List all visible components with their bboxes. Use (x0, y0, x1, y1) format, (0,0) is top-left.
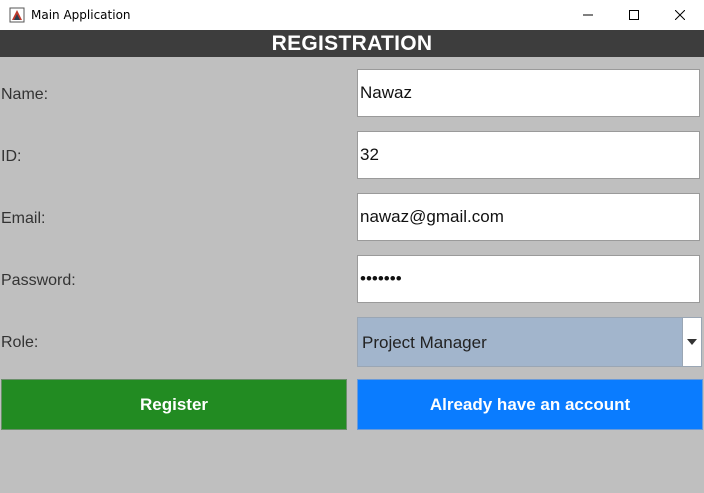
email-label: Email: (1, 210, 46, 227)
id-label: ID: (1, 148, 22, 165)
maximize-icon (629, 10, 639, 20)
password-label: Password: (1, 272, 76, 289)
registration-panel: REGISTRATION Name: ID: Email: Password: … (0, 30, 704, 493)
role-label: Role: (1, 334, 39, 351)
name-field[interactable] (357, 69, 700, 117)
close-button[interactable] (657, 0, 703, 30)
role-selected-value: Project Manager (362, 333, 487, 352)
close-icon (675, 10, 685, 20)
already-have-account-button[interactable]: Already have an account (357, 379, 703, 430)
password-field[interactable] (357, 255, 700, 303)
minimize-button[interactable] (565, 0, 611, 30)
chevron-down-icon[interactable] (682, 318, 701, 366)
page-title: REGISTRATION (0, 30, 704, 57)
window-title: Main Application (31, 8, 131, 22)
java-app-icon (9, 7, 25, 23)
register-button[interactable]: Register (1, 379, 347, 430)
maximize-button[interactable] (611, 0, 657, 30)
role-select[interactable]: Project Manager (357, 317, 702, 367)
name-label: Name: (1, 86, 49, 103)
title-bar: Main Application (0, 0, 704, 30)
email-field[interactable] (357, 193, 700, 241)
id-field[interactable] (357, 131, 700, 179)
minimize-icon (583, 10, 593, 20)
